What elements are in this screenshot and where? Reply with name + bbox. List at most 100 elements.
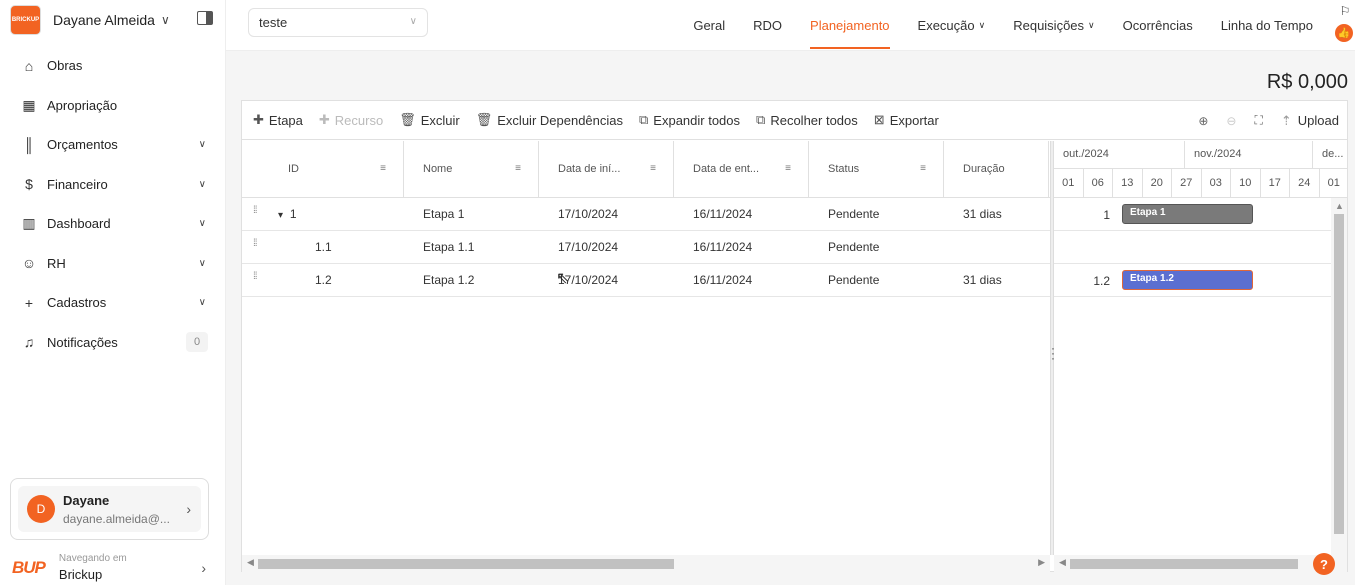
scroll-thumb[interactable] [1070,559,1298,569]
fullscreen-icon[interactable]: ⛶ [1254,113,1262,128]
filter-icon[interactable]: ≡ [650,163,656,174]
sidebar-item-orcamentos[interactable]: ║ Orçamentos ∨ [0,125,226,165]
brand-logo: BRICKUP [10,5,41,35]
sidebar-item-notificacoes[interactable]: ♫ Notificações 0 [0,323,226,363]
collapse-all-button[interactable]: ⧉ Recolher todos [756,112,858,128]
scroll-thumb[interactable] [258,559,674,569]
drag-handle-icon[interactable]: ⁞⁞ [253,239,257,249]
add-resource-button[interactable]: ✚ Recurso [319,112,383,128]
zoom-in-icon[interactable]: ⊕ [1198,114,1208,128]
scroll-up-icon[interactable]: ▲ [1335,201,1344,211]
column-header[interactable]: ID ≡ [242,141,404,197]
column-header-label: Nome [423,163,453,175]
table-cell: 31 dias [944,273,1049,287]
cell-name: Etapa 1.1 [423,240,475,254]
table-row[interactable]: ⁞⁞ 1.2 Etapa 1.2 17/10/2024 16/11/2024 Penden… [242,264,1050,297]
scroll-thumb[interactable] [1334,214,1344,534]
person-icon: ☺ [21,255,37,272]
sidebar-item-dashboard[interactable]: ▥ Dashboard ∨ [0,204,226,244]
scroll-left-icon[interactable]: ◀ [1059,557,1066,568]
filter-icon[interactable]: ≡ [920,163,926,174]
user-card[interactable]: D Dayane dayane.almeida@... › [10,478,209,540]
scroll-left-icon[interactable]: ◀ [247,557,254,568]
add-stage-button[interactable]: ✚ Etapa [253,112,303,128]
bar-chart-icon: ▥ [22,215,36,232]
column-header[interactable]: Data de iní... ≡ [539,141,674,197]
tab-ocorrencias[interactable]: Ocorrências [1109,0,1207,51]
zoom-controls: ⊕ ⊖ ⛶ ⇡ Upload [1180,101,1339,140]
export-button[interactable]: ⊠ Exportar [874,112,939,128]
thumbs-down-icon[interactable]: ⚐ [1335,4,1355,18]
sidebar-item-label: Orçamentos [47,137,118,153]
drag-handle-icon[interactable]: ⁞⁞ [253,206,257,216]
collapse-all-label: Recolher todos [770,112,858,128]
chart-horizontal-scrollbar[interactable]: ◀ [1054,555,1347,572]
top-bar: teste ∨ Geral RDO Planejamento Execução ∨ Req… [226,0,1355,51]
tab-rdo[interactable]: RDO [739,0,796,51]
upload-button[interactable]: ⇡ Upload [1281,113,1339,129]
delete-button[interactable]: 🗑 Excluir [399,112,460,128]
delete-dependencies-label: Excluir Dependências [497,112,623,128]
collapse-icon: ⧉ [756,112,766,127]
tab-label: RDO [753,18,783,33]
tab-planejamento[interactable]: Planejamento [796,0,904,51]
project-select[interactable]: teste ∨ [248,8,428,37]
expand-all-label: Expandir todos [653,112,741,128]
chevron-down-icon: ∨ [198,297,206,309]
tab-linha-do-tempo[interactable]: Linha do Tempo [1207,0,1327,51]
table-row[interactable]: ⁞⁞ ▾ 1 Etapa 1 17/10/2024 16/11/2024 Pendente… [242,198,1050,231]
timeline-days: 010613202703101724010 [1054,169,1347,198]
table-cell: Pendente [809,273,944,287]
user-name-header: Dayane Almeida [53,12,155,28]
workspace-switcher[interactable]: BRICKUP Dayane Almeida ∨ [10,5,210,35]
cell-name: Etapa 1 [423,207,465,221]
expand-icon: ⧉ [639,112,649,127]
table-cell: 31 dias [944,207,1049,221]
sidebar-toggle-icon[interactable] [197,11,213,25]
timeline-day: 06 [1084,169,1113,198]
delete-dependencies-button[interactable]: 🗑 Excluir Dependências [476,112,623,128]
sidebar-item-cadastros[interactable]: + Cadastros ∨ [0,283,226,323]
total-cost: R$ 0,000 [1266,71,1348,93]
gantt-bar[interactable]: Etapa 1.2 [1122,270,1253,290]
expand-all-button[interactable]: ⧉ Expandir todos [639,112,740,128]
column-header[interactable]: Nome ≡ [404,141,539,197]
filter-icon[interactable]: ≡ [380,163,386,174]
sidebar-item-rh[interactable]: ☺ RH ∨ [0,244,226,284]
chevron-right-icon: › [186,501,191,517]
scroll-right-icon[interactable]: ▶ [1038,557,1045,568]
column-header[interactable]: Duração [944,141,1049,197]
sidebar-item-apropriacao[interactable]: ▦ Apropriação [0,86,226,126]
expand-toggle-icon[interactable]: ▾ [278,210,286,221]
drag-handle-icon[interactable]: ⁞⁞ [253,272,257,282]
column-header-label: ID [288,163,299,175]
gantt-bar[interactable]: Etapa 1 [1122,204,1253,224]
chart-vertical-scrollbar[interactable]: ▲ [1331,198,1347,555]
chevron-down-icon: ∨ [198,178,206,190]
filter-icon[interactable]: ≡ [515,163,521,174]
table-row[interactable]: ⁞⁞ 1.1 Etapa 1.1 17/10/2024 16/11/2024 Penden… [242,231,1050,264]
grid-horizontal-scrollbar[interactable]: ◀ ▶ [242,555,1050,572]
cell-end: 16/11/2024 [693,207,753,221]
tab-execucao[interactable]: Execução ∨ [904,0,1000,51]
tab-label: Ocorrências [1122,18,1193,33]
zoom-out-icon[interactable]: ⊖ [1226,114,1236,128]
user-card-inner[interactable]: D Dayane dayane.almeida@... › [18,486,201,532]
filter-icon[interactable]: ≡ [785,163,791,174]
help-icon[interactable]: ? [1313,553,1335,575]
sidebar-item-obras[interactable]: ⌂ Obras [0,46,226,86]
table-cell: 1.1 [242,240,404,254]
sidebar-item-label: Dashboard [47,216,111,232]
column-header[interactable]: Status ≡ [809,141,944,197]
tab-geral[interactable]: Geral [679,0,739,51]
tab-requisicoes[interactable]: Requisições ∨ [999,0,1108,51]
organization-switcher[interactable]: BUP Navegando em Brickup › [12,550,212,585]
sidebar-item-financeiro[interactable]: $ Financeiro ∨ [0,165,226,205]
notification-count-badge: 0 [186,332,208,353]
add-resource-label: Recurso [334,112,384,128]
column-header[interactable]: Data de ent... ≡ [674,141,809,197]
table-cell: Pendente [809,240,944,254]
timeline-day: 20 [1143,169,1172,198]
thumbs-up-icon[interactable]: 👍 [1335,24,1353,42]
chart-row: 1 Etapa 1 [1054,198,1347,231]
